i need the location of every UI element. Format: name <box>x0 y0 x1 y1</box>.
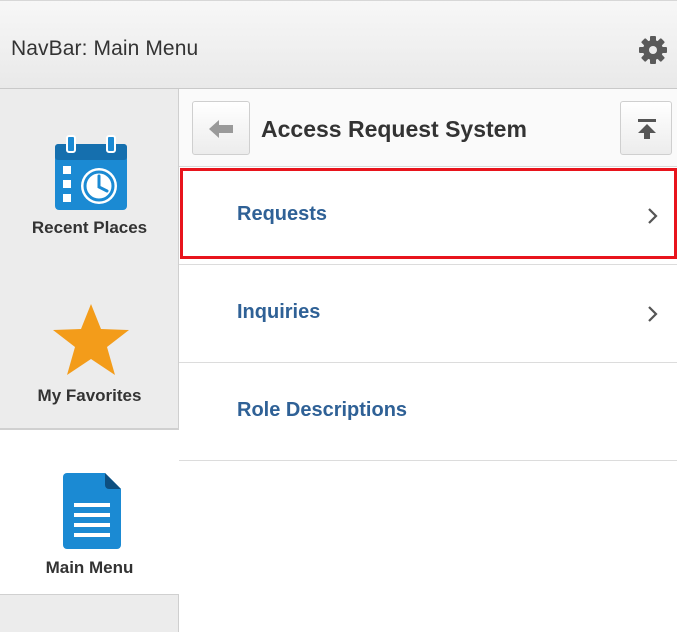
chevron-right-icon <box>646 206 660 226</box>
main-content: Access Request System Requests Inquiries <box>179 89 677 632</box>
sidebar: Recent Places My Favorites Main Menu <box>0 89 179 632</box>
page-title: Access Request System <box>261 116 527 142</box>
back-button[interactable] <box>192 101 250 155</box>
sidebar-item-my-favorites[interactable]: My Favorites <box>0 259 179 429</box>
navbar-title: NavBar: Main Menu <box>11 37 199 60</box>
sidebar-item-label: Recent Places <box>31 218 148 237</box>
document-icon <box>63 473 121 549</box>
sidebar-item-label: My Favorites <box>37 386 142 405</box>
menu-item-requests[interactable]: Requests <box>179 167 677 265</box>
arrow-up-to-top-icon <box>638 119 656 139</box>
gear-icon[interactable] <box>637 34 669 66</box>
menu-item-label: Role Descriptions <box>237 399 408 421</box>
menu-item-label: Inquiries <box>237 301 321 323</box>
menu-item-inquiries[interactable]: Inquiries <box>179 265 677 363</box>
arrow-left-icon <box>209 120 233 138</box>
sidebar-item-main-menu[interactable]: Main Menu <box>0 429 179 595</box>
calendar-clock-icon <box>53 134 129 212</box>
chevron-right-icon <box>646 304 660 324</box>
content-header: Access Request System <box>179 89 677 167</box>
menu-item-role-descriptions[interactable]: Role Descriptions <box>179 363 677 461</box>
star-icon <box>51 302 131 378</box>
navbar-header: NavBar: Main Menu <box>0 0 677 89</box>
scroll-to-top-button[interactable] <box>620 101 672 155</box>
sidebar-empty-area <box>0 595 179 632</box>
sidebar-item-label: Main Menu <box>45 558 134 577</box>
menu-item-label: Requests <box>237 203 328 225</box>
sidebar-item-recent-places[interactable]: Recent Places <box>0 89 179 259</box>
